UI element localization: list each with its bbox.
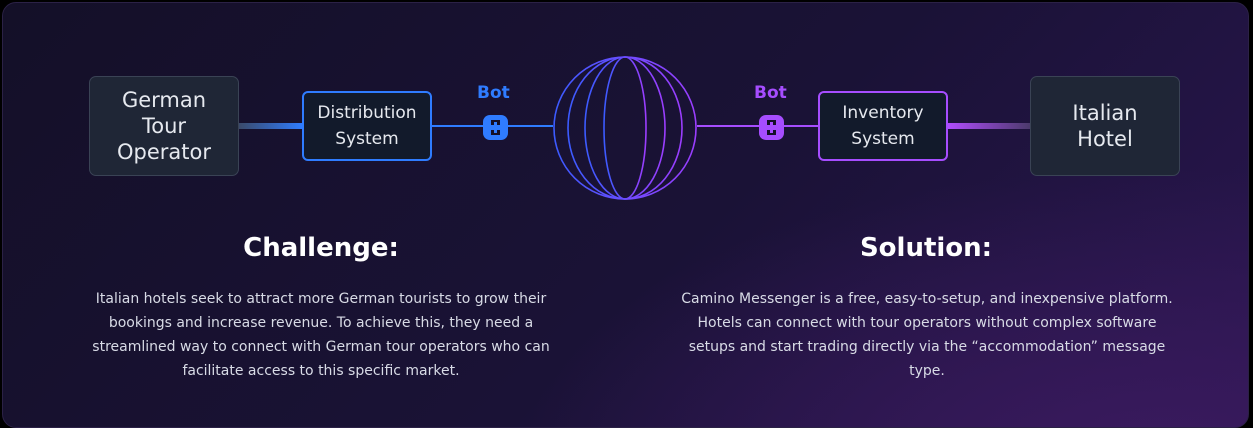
bot-chain-icon bbox=[483, 115, 508, 140]
distribution-system-node: Distribution System bbox=[302, 91, 432, 161]
bot-chain-icon bbox=[759, 115, 784, 140]
inventory-system-node: Inventory System bbox=[818, 91, 948, 161]
diagram-card: German Tour Operator Distribution System… bbox=[2, 2, 1249, 428]
solution-text: Camino Messenger is a free, easy-to-setu… bbox=[681, 291, 1173, 379]
bot-label-left: Bot bbox=[477, 83, 510, 103]
german-tour-operator-node: German Tour Operator bbox=[89, 76, 239, 176]
globe-icon bbox=[553, 56, 697, 200]
connector-inventory-hotel bbox=[947, 123, 1031, 129]
challenge-text: Italian hotels seek to attract more Germ… bbox=[92, 291, 550, 379]
italian-hotel-node: Italian Hotel bbox=[1030, 76, 1180, 176]
bot-label-right: Bot bbox=[754, 83, 787, 103]
connector-operator-distribution bbox=[239, 123, 303, 129]
challenge-heading: Challenge: bbox=[243, 233, 399, 263]
solution-heading: Solution: bbox=[859, 233, 993, 263]
